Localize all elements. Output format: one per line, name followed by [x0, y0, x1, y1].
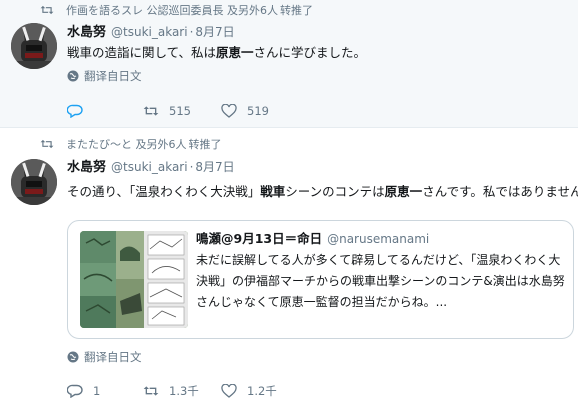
like-button[interactable]: 519: [221, 104, 269, 118]
separator: ·: [189, 160, 194, 174]
separator: ·: [189, 25, 194, 39]
translate-label[interactable]: 翻译自日文: [84, 349, 142, 365]
tweet[interactable]: 作画を語るスレ 公認巡回委員長 及另外6人 转推了 水島努 @tsuki_aka…: [0, 0, 578, 127]
reply-icon: [67, 104, 83, 118]
retweet-icon: [143, 386, 159, 396]
quoted-tweet-header: 鳴瀬@9月13日＝命日 @narusemanami: [196, 228, 429, 246]
quoted-tweet-image[interactable]: [80, 231, 188, 328]
reply-button[interactable]: 1: [67, 384, 143, 398]
quoted-tweet[interactable]: 鳴瀬@9月13日＝命日 @narusemanami 未だに誤解してる人が多くて辟…: [67, 220, 574, 339]
quoted-tweet-text: 未だに誤解してる人が多くて辟易してるんだけど、「温泉わくわく大決戦」の伊福部マー…: [196, 253, 565, 309]
tweet-header: 水島努 @tsuki_akari · 8月7日: [67, 156, 235, 175]
like-icon: [221, 104, 237, 118]
author-name[interactable]: 水島努: [67, 156, 106, 175]
tweet[interactable]: またたび〜と 及另外6人 转推了 水島努 @tsuki_akari · 8月7日…: [0, 128, 578, 410]
body-bold-text: 戦車: [260, 184, 286, 199]
like-icon: [221, 384, 237, 398]
like-button[interactable]: 1.2千: [221, 383, 277, 399]
retweet-button[interactable]: 1.3千: [143, 383, 221, 399]
body-bold-text: 原恵一: [384, 184, 423, 199]
retweet-action: 转推了: [280, 4, 313, 17]
avatar[interactable]: [11, 23, 57, 69]
author-name[interactable]: 水島努: [67, 21, 106, 40]
retweet-users[interactable]: 作画を語るスレ 公認巡回委員長 及另外6人: [66, 2, 278, 18]
tweet-body: 戦車の造詣に関して、私は原恵一さんに学びました。: [67, 42, 366, 61]
avatar[interactable]: [11, 159, 57, 205]
retweet-icon: [40, 139, 54, 149]
reply-icon: [67, 384, 83, 398]
body-bold-text: 原恵一: [216, 45, 254, 60]
body-text-part: 戦車の造詣に関して、私は: [67, 45, 217, 60]
retweet-button[interactable]: 515: [143, 104, 221, 118]
like-count: 1.2千: [247, 384, 277, 398]
body-text-part: さんです。私ではありません。: [422, 184, 578, 199]
retweet-context: またたび〜と 及另外6人 转推了: [40, 136, 222, 152]
quoted-author-name[interactable]: 鳴瀬@9月13日＝命日: [196, 228, 322, 247]
translate-link[interactable]: 翻译自日文: [67, 349, 142, 365]
tweet-date[interactable]: 8月7日: [195, 23, 234, 40]
retweet-action: 转推了: [188, 138, 222, 151]
quoted-author-handle[interactable]: @narusemanami: [327, 232, 429, 246]
retweet-icon: [143, 106, 159, 116]
reply-button[interactable]: [67, 104, 143, 118]
retweet-users[interactable]: またたび〜と 及另外6人: [66, 136, 187, 152]
avatar-robot-icon: [11, 159, 57, 205]
body-text-part: さんに学びました。: [253, 45, 367, 60]
author-handle[interactable]: @tsuki_akari: [111, 160, 188, 174]
like-count: 519: [247, 104, 269, 118]
retweet-icon: [40, 5, 54, 15]
avatar-robot-icon: [11, 23, 57, 69]
retweet-context: 作画を語るスレ 公認巡回委員長 及另外6人 转推了: [40, 2, 313, 18]
tweet-actions: 515 519: [67, 102, 269, 120]
reply-count: 1: [93, 384, 101, 398]
globe-icon: [67, 70, 79, 82]
tweet-body: その通り、「温泉わくわく大決戦」戦車シーンのコンテは原恵一さんです。私ではありま…: [67, 181, 578, 200]
tweet-header: 水島努 @tsuki_akari · 8月7日: [67, 21, 235, 40]
translate-label[interactable]: 翻译自日文: [84, 68, 142, 84]
translate-link[interactable]: 翻译自日文: [67, 68, 142, 84]
body-text-part: シーンのコンテは: [285, 184, 385, 199]
tweet-actions: 1 1.3千 1.2千: [67, 382, 277, 400]
body-text-part: その通り、「温泉わくわく大決戦」: [67, 184, 261, 199]
globe-icon: [67, 351, 79, 363]
retweet-count: 515: [169, 104, 191, 118]
tweet-date[interactable]: 8月7日: [195, 158, 234, 175]
retweet-count: 1.3千: [169, 384, 199, 398]
author-handle[interactable]: @tsuki_akari: [111, 25, 188, 39]
storyboard-image: [80, 231, 188, 328]
